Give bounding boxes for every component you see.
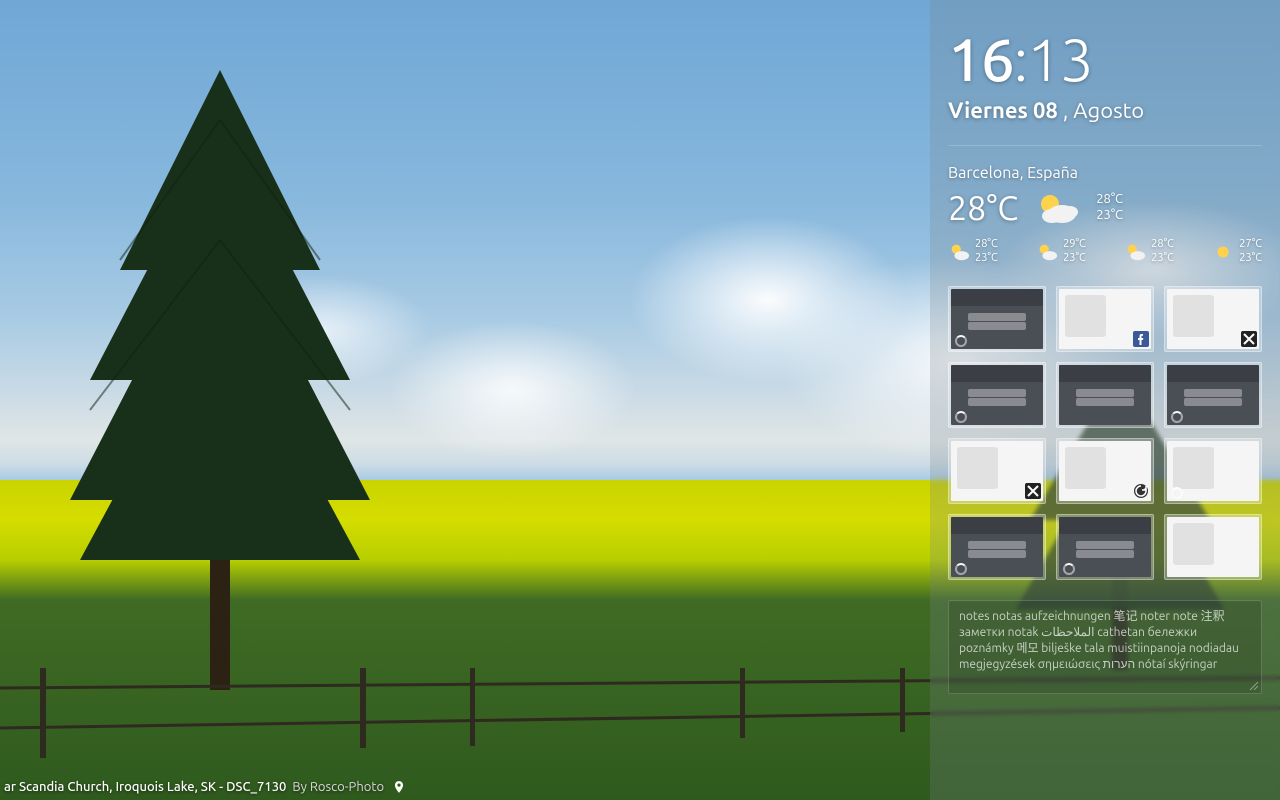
speed-dial-tile[interactable] (1164, 286, 1262, 352)
forecast-day[interactable]: 29°C23°C (1036, 238, 1086, 266)
weather-current-range: 28°C 23°C (1096, 192, 1123, 223)
speed-dial-tile[interactable] (1056, 438, 1154, 504)
speed-dial-tile[interactable] (948, 514, 1046, 580)
photo-by: By Rosco-Photo (292, 780, 384, 794)
clock-time: 16:13 (948, 30, 1262, 90)
forecast-day[interactable]: 28°C23°C (948, 238, 998, 266)
clock-minutes: 13 (1027, 26, 1093, 93)
forecast-day[interactable]: 28°C23°C (1124, 238, 1174, 266)
clock-widget[interactable]: 16:13 Viernes 08 , Agosto (948, 30, 1262, 123)
loading-spinner-icon (955, 335, 967, 347)
speed-dial-tile[interactable] (1164, 362, 1262, 428)
speed-dial-grid (948, 286, 1262, 580)
speed-dial-tile[interactable] (948, 362, 1046, 428)
refresh-badge-icon (1133, 483, 1149, 499)
loading-spinner-icon (1171, 487, 1183, 499)
photo-attribution[interactable]: ar Scandia Church, Iroquois Lake, SK - D… (0, 780, 406, 794)
notes-textarea[interactable]: notes notas aufzeichnungen 笔记 noter note… (948, 600, 1262, 694)
partly-cloudy-icon (1032, 188, 1082, 228)
partly-cloudy-icon (1124, 241, 1146, 263)
speed-dial-thumbnail (1167, 517, 1259, 577)
partly-cloudy-icon (948, 241, 970, 263)
photo-title: ar Scandia Church, Iroquois Lake, SK - D… (4, 780, 286, 794)
speed-dial-tile[interactable] (1056, 514, 1154, 580)
sidebar-panel: 16:13 Viernes 08 , Agosto Barcelona, Esp… (930, 0, 1280, 800)
weather-forecast: 28°C23°C 29°C23°C 28°C23°C 27°C23°C (948, 238, 1262, 266)
x-badge-icon (1025, 483, 1041, 499)
speed-dial-tile[interactable] (1056, 362, 1154, 428)
divider (948, 145, 1262, 146)
weather-current-temp: 28°C (948, 189, 1018, 227)
speed-dial-tile[interactable] (1164, 514, 1262, 580)
notes-placeholder: notes notas aufzeichnungen 笔记 noter note… (959, 610, 1239, 672)
speed-dial-tile[interactable] (1164, 438, 1262, 504)
weather-location: Barcelona, España (948, 164, 1262, 182)
partly-cloudy-icon (1036, 241, 1058, 263)
loading-spinner-icon (955, 563, 967, 575)
x-badge-icon (1241, 331, 1257, 347)
speed-dial-tile[interactable] (948, 438, 1046, 504)
speed-dial-thumbnail (1059, 365, 1151, 425)
facebook-badge-icon (1133, 331, 1149, 347)
forecast-day[interactable]: 27°C23°C (1212, 238, 1262, 266)
speed-dial-tile[interactable] (948, 286, 1046, 352)
location-pin-icon (392, 780, 406, 794)
resize-grip-icon[interactable] (1248, 680, 1258, 690)
loading-spinner-icon (1171, 411, 1183, 423)
weather-widget[interactable]: Barcelona, España 28°C 28°C 23°C (948, 164, 1262, 266)
loading-spinner-icon (1063, 563, 1075, 575)
loading-spinner-icon (955, 411, 967, 423)
sunny-icon (1212, 241, 1234, 263)
clock-hours: 16 (948, 26, 1014, 93)
clock-date: Viernes 08 , Agosto (948, 98, 1262, 123)
speed-dial-tile[interactable] (1056, 286, 1154, 352)
